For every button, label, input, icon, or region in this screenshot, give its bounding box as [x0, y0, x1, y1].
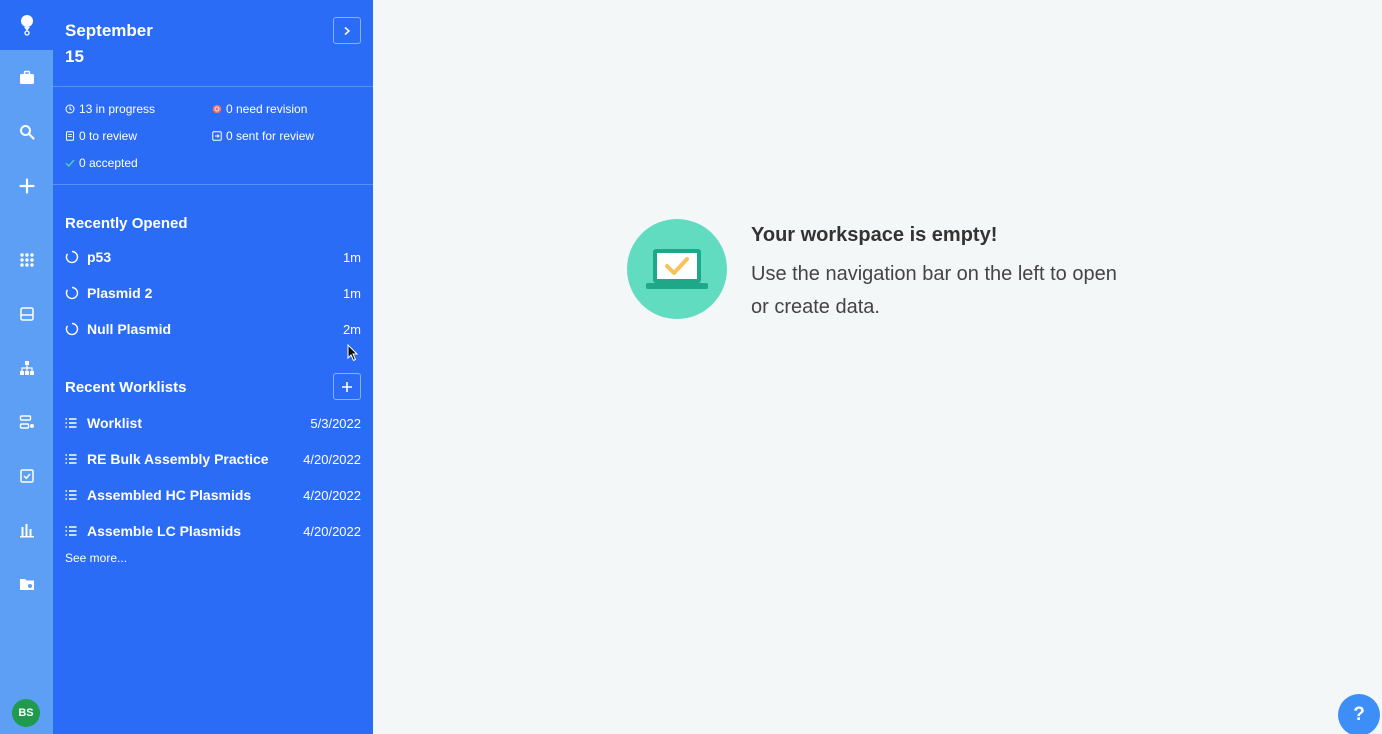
stat-need-revision[interactable]: 0 need revision	[212, 102, 307, 116]
workspace-panel: September 15 13 in progress 0 need revis…	[53, 0, 373, 734]
worklist-item[interactable]: Worklist 5/3/2022	[65, 413, 361, 433]
briefcase-icon[interactable]	[0, 63, 53, 93]
stat-to-review[interactable]: 0 to review	[65, 129, 137, 143]
worklist-item-name: Worklist	[87, 415, 142, 431]
worklist-item-date: 5/3/2022	[310, 415, 361, 431]
stat-to-review-label: 0 to review	[79, 129, 138, 143]
date-header: September 15	[65, 18, 153, 70]
recent-item-name: Null Plasmid	[87, 321, 172, 337]
stat-sent-for-review-label: 0 sent for review	[226, 129, 315, 143]
date-day: 15	[65, 47, 84, 66]
logo-icon[interactable]	[0, 0, 53, 50]
stat-accepted[interactable]: 0 accepted	[65, 156, 138, 170]
list-icon	[65, 418, 77, 428]
list-icon	[65, 454, 77, 464]
plus-icon	[342, 381, 352, 392]
next-date-button[interactable]	[333, 17, 361, 44]
recent-item[interactable]: Plasmid 2 1m	[65, 283, 361, 303]
recent-item-time: 1m	[342, 249, 361, 265]
empty-state-title: Your workspace is empty!	[751, 224, 998, 246]
hierarchy-icon[interactable]	[0, 353, 53, 383]
list-icon	[65, 526, 77, 536]
worklist-item-date: 4/20/2022	[303, 451, 361, 467]
recent-item-name: p53	[87, 249, 112, 265]
bar-chart-icon[interactable]	[0, 515, 53, 545]
grid-icon[interactable]	[0, 245, 53, 275]
workflow-icon[interactable]	[0, 407, 53, 437]
recently-opened-title: Recently Opened	[65, 215, 188, 232]
circular-sequence-icon	[65, 250, 79, 264]
search-icon[interactable]	[0, 117, 53, 147]
recent-item[interactable]: Null Plasmid 2m	[65, 319, 361, 339]
worklist-item[interactable]: RE Bulk Assembly Practice 4/20/2022	[65, 449, 361, 469]
revision-icon	[212, 104, 222, 114]
check-icon	[65, 159, 75, 168]
inbox-icon[interactable]	[0, 299, 53, 329]
checklist-icon[interactable]	[0, 461, 53, 491]
recent-item-time: 1m	[342, 285, 361, 301]
document-icon	[66, 131, 74, 141]
see-more-link[interactable]: See more...	[65, 551, 127, 565]
mouse-cursor-icon	[347, 344, 359, 362]
worklist-item-date: 4/20/2022	[303, 523, 361, 539]
worklist-item-date: 4/20/2022	[303, 487, 361, 503]
icon-rail: BS	[0, 0, 53, 734]
stat-in-progress[interactable]: 13 in progress	[65, 102, 155, 116]
send-icon	[212, 131, 222, 141]
recent-item[interactable]: p53 1m	[65, 247, 361, 267]
list-icon	[65, 490, 77, 500]
empty-state-subtitle: Use the navigation bar on the left to op…	[751, 263, 1117, 318]
recent-item-time: 2m	[342, 321, 361, 337]
empty-workspace-illustration	[627, 219, 727, 319]
plus-icon[interactable]	[0, 171, 53, 201]
help-button[interactable]: ?	[1338, 694, 1380, 734]
divider	[53, 86, 373, 87]
circular-sequence-icon	[65, 286, 79, 300]
laptop-check-icon	[646, 249, 708, 289]
stat-sent-for-review[interactable]: 0 sent for review	[212, 129, 314, 143]
worklist-item[interactable]: Assembled HC Plasmids 4/20/2022	[65, 485, 361, 505]
stat-need-revision-label: 0 need revision	[226, 102, 308, 116]
folder-settings-icon[interactable]	[0, 569, 53, 599]
chevron-right-icon	[344, 26, 351, 35]
circular-sequence-icon	[65, 322, 79, 336]
worklist-item-name: RE Bulk Assembly Practice	[87, 451, 269, 467]
add-worklist-button[interactable]	[333, 373, 361, 400]
worklist-item[interactable]: Assemble LC Plasmids 4/20/2022	[65, 521, 361, 541]
stat-accepted-label: 0 accepted	[79, 156, 138, 170]
worklist-item-name: Assembled HC Plasmids	[87, 487, 252, 503]
divider	[53, 184, 373, 185]
recent-worklists-title: Recent Worklists	[65, 379, 187, 396]
stat-in-progress-label: 13 in progress	[79, 102, 156, 116]
worklist-item-name: Assemble LC Plasmids	[87, 523, 242, 539]
date-month: September	[65, 21, 153, 40]
clock-icon	[65, 104, 75, 114]
recent-item-name: Plasmid 2	[87, 285, 153, 301]
user-avatar[interactable]: BS	[12, 699, 40, 727]
